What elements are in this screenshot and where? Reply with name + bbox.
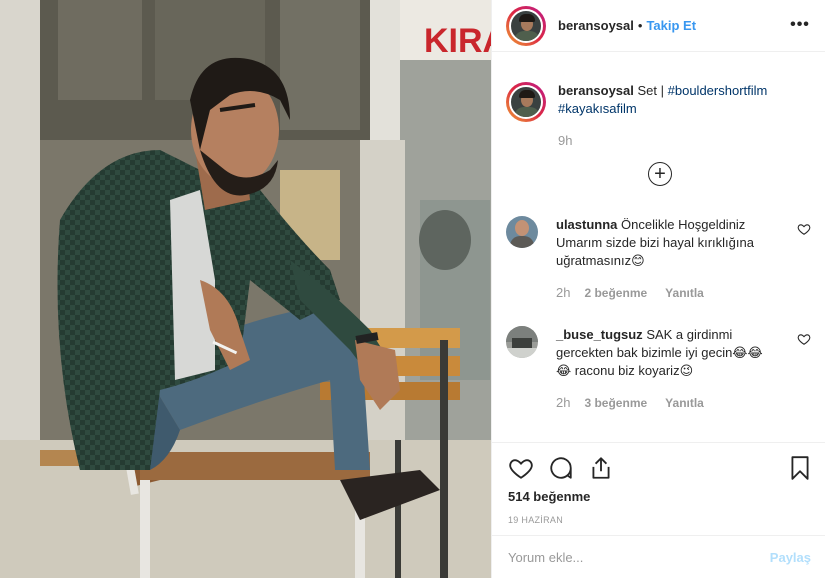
comment-input[interactable]: [508, 550, 770, 565]
reply-button[interactable]: Yanıtla: [665, 284, 704, 302]
bookmark-icon[interactable]: [787, 455, 813, 481]
heart-icon[interactable]: [797, 332, 811, 346]
author-username[interactable]: beransoysal: [558, 18, 634, 33]
post-side-panel: beransoysal • Takip Et ••• beransoysal S…: [491, 0, 825, 578]
plus-circle-icon[interactable]: +: [648, 162, 672, 186]
ellipsis-icon[interactable]: •••: [789, 14, 811, 36]
instagram-post: KIRA: [0, 0, 825, 578]
share-icon[interactable]: [588, 455, 614, 481]
comment-likes[interactable]: 2 beğenme: [584, 284, 647, 302]
caption-avatar[interactable]: [506, 82, 546, 122]
caption-time[interactable]: 9h: [558, 132, 811, 150]
post-caption: beransoysal Set | #bouldershortfilm #kay…: [492, 52, 825, 150]
comment-item: ulastunna Öncelikle Hoşgeldiniz Umarım s…: [506, 216, 811, 302]
author-avatar[interactable]: [506, 5, 546, 46]
heart-icon[interactable]: [508, 455, 534, 481]
likes-count[interactable]: 514 beğenme: [508, 489, 590, 504]
post-header: beransoysal • Takip Et •••: [492, 0, 825, 52]
hashtag-link[interactable]: #kayakısafilm: [558, 101, 637, 116]
comment-likes[interactable]: 3 beğenme: [584, 394, 647, 412]
post-date: 19 HAZİRAN: [508, 515, 564, 525]
commenter-avatar[interactable]: [506, 216, 538, 248]
comments-list[interactable]: beransoysal Set | #bouldershortfilm #kay…: [492, 52, 825, 442]
post-photo-illustration: KIRA: [0, 0, 491, 578]
hashtag-link[interactable]: #bouldershortfilm: [668, 83, 768, 98]
commenter-username[interactable]: _buse_tugsuz: [556, 327, 643, 342]
caption-username[interactable]: beransoysal: [558, 83, 634, 98]
add-comment-bar: Paylaş: [492, 535, 825, 578]
comment-icon[interactable]: [548, 455, 574, 481]
post-comment-button[interactable]: Paylaş: [770, 550, 811, 565]
follow-button[interactable]: Takip Et: [646, 18, 696, 33]
header-separator: •: [637, 18, 643, 33]
comment-time[interactable]: 2h: [556, 394, 570, 412]
post-photo[interactable]: KIRA: [0, 0, 491, 578]
post-actions: 514 beğenme 19 HAZİRAN Paylaş: [492, 442, 825, 578]
shop-sign-text: KIRA: [424, 22, 491, 60]
commenter-avatar[interactable]: [506, 326, 538, 358]
comment-time[interactable]: 2h: [556, 284, 570, 302]
caption-text: Set |: [637, 83, 665, 98]
reply-button[interactable]: Yanıtla: [665, 394, 704, 412]
heart-icon[interactable]: [797, 222, 811, 236]
commenter-username[interactable]: ulastunna: [556, 217, 617, 232]
comment-item: _buse_tugsuz SAK a girdinmi gercekten ba…: [506, 326, 811, 412]
